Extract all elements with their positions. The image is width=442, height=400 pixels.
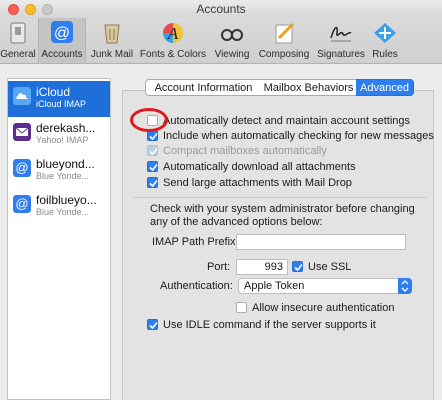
account-item-icloud[interactable]: iCloud iCloud IMAP [8, 81, 110, 117]
cloud-icon [13, 87, 31, 105]
download-attachments-checkbox[interactable] [147, 161, 158, 172]
use-ssl-checkbox[interactable] [292, 261, 303, 272]
account-item-yahoo[interactable]: derekash... Yahoo! IMAP [8, 117, 110, 153]
pencil-paper-icon [275, 22, 295, 44]
tab-rules[interactable]: Rules [370, 18, 400, 63]
account-item-blueyonder-2[interactable]: @ foilblueyo... Blue Yonde... [8, 189, 110, 225]
trash-bin-icon [104, 24, 120, 44]
imap-prefix-label: IMAP Path Prefix: [152, 236, 239, 248]
at-sign-icon: @ [13, 195, 31, 213]
imap-prefix-input[interactable] [236, 234, 406, 250]
compact-checkbox [147, 145, 158, 156]
tab-advanced[interactable]: Advanced [356, 79, 414, 96]
tab-mailbox-behaviors[interactable]: Mailbox Behaviors [261, 79, 357, 96]
svg-text:@: @ [15, 160, 28, 175]
tab-account-information[interactable]: Account Information [145, 79, 262, 96]
tab-fonts-colors[interactable]: A Fonts & Colors [138, 18, 208, 63]
tab-signatures[interactable]: Signatures [314, 18, 368, 63]
tab-viewing[interactable]: Viewing [210, 18, 254, 63]
chevron-up-down-icon [398, 278, 412, 294]
mail-drop-checkbox[interactable] [147, 177, 158, 188]
port-label: Port: [207, 261, 231, 273]
signature-icon [330, 26, 352, 42]
rules-icon [374, 23, 396, 43]
tab-accounts[interactable]: @ Accounts [38, 18, 86, 63]
account-item-blueyonder-1[interactable]: @ blueyond... Blue Yonde... [8, 153, 110, 189]
insecure-auth-checkbox[interactable] [236, 302, 247, 313]
title-bar: Accounts [0, 0, 442, 18]
at-sign-icon: @ [13, 159, 31, 177]
svg-text:@: @ [54, 25, 70, 42]
window-title: Accounts [196, 2, 246, 16]
section-divider [134, 197, 426, 198]
advanced-warning-note: Check with your system administrator bef… [150, 203, 415, 228]
at-sign-icon: @ [51, 21, 73, 43]
port-input[interactable]: 993 [236, 259, 288, 275]
tab-composing[interactable]: Composing [256, 18, 312, 63]
authentication-label: Authentication: [160, 280, 233, 292]
idle-checkbox[interactable] [147, 319, 158, 330]
font-a-icon: A [163, 23, 183, 43]
tab-general[interactable]: General [0, 18, 36, 63]
accounts-list: iCloud iCloud IMAP derekash... Yahoo! IM… [7, 78, 111, 400]
preferences-toolbar: General @ Accounts Junk Mail A Fonts & C… [0, 18, 442, 64]
svg-text:@: @ [15, 196, 28, 211]
authentication-select[interactable]: Apple Token [238, 278, 412, 294]
glasses-icon [221, 29, 243, 41]
svg-text:A: A [167, 24, 179, 43]
switch-icon [10, 22, 26, 44]
highlight-circle-annotation [130, 108, 168, 132]
tab-junk-mail[interactable]: Junk Mail [88, 18, 136, 63]
envelope-icon [13, 123, 31, 141]
